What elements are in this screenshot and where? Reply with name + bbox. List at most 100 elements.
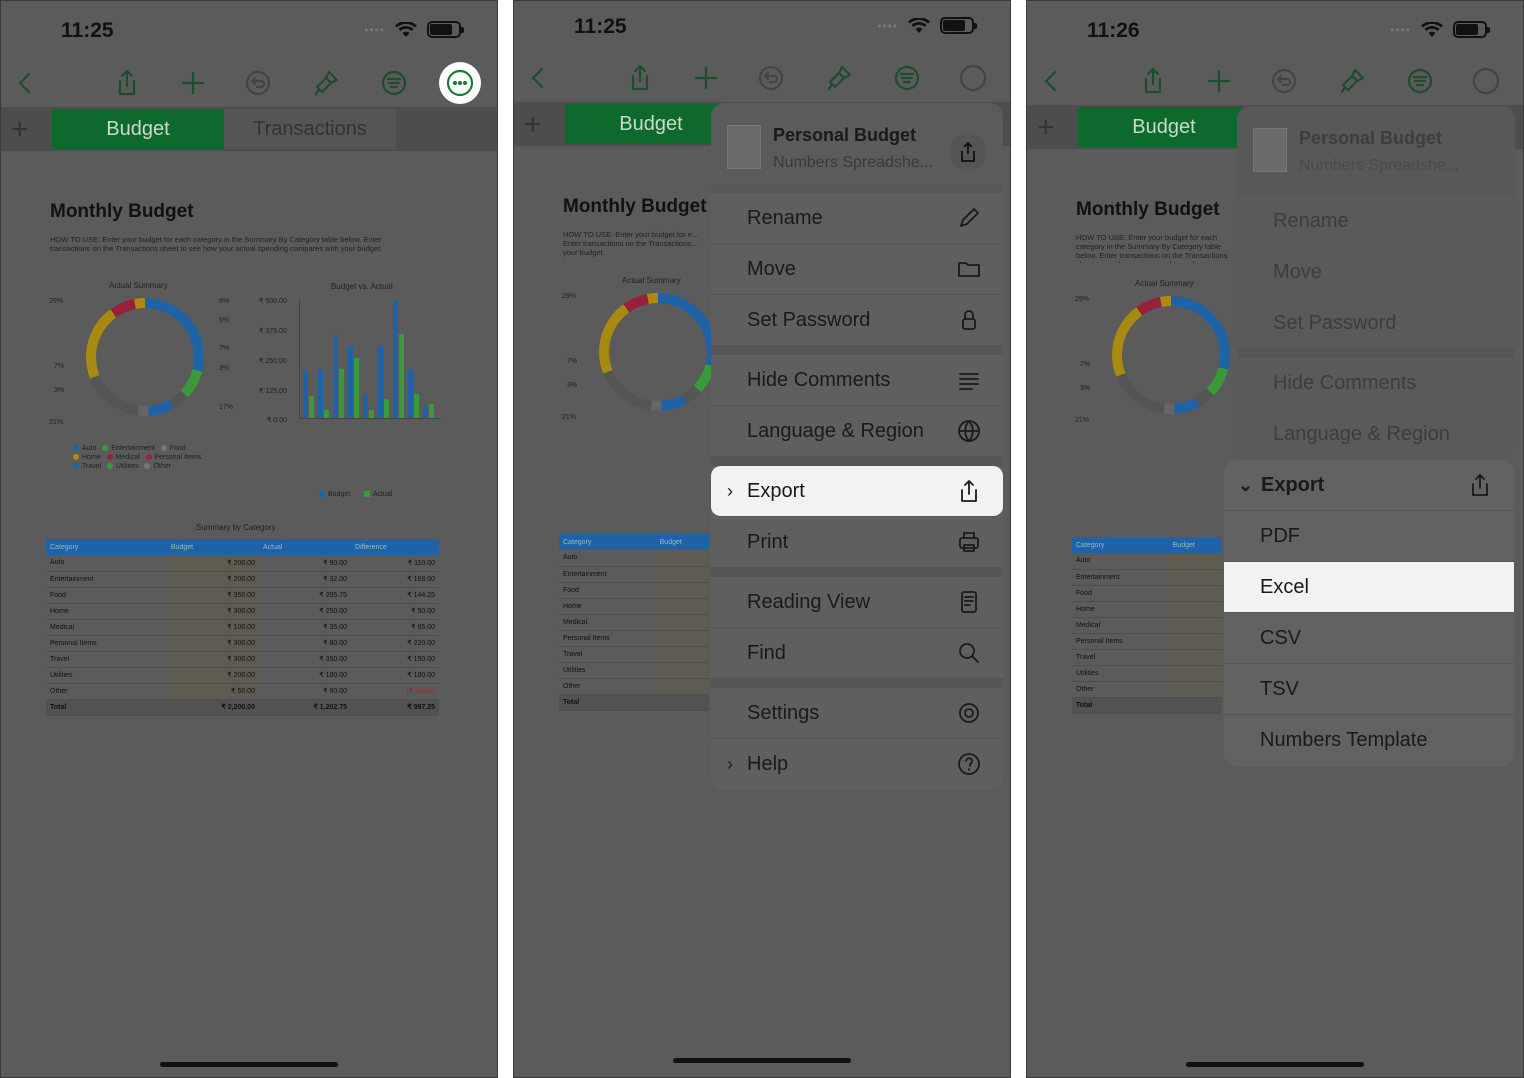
menu-item-rename[interactable]: Rename xyxy=(1237,196,1515,247)
table-row: Travel xyxy=(559,646,709,663)
donut-label: 3% xyxy=(219,365,230,372)
table-title: Summary by Category xyxy=(196,523,276,532)
share-document-button[interactable] xyxy=(949,133,987,171)
bar xyxy=(369,410,374,418)
format-brush-icon[interactable] xyxy=(308,65,344,101)
menu-item-rename[interactable]: Rename xyxy=(711,193,1003,244)
organize-icon[interactable] xyxy=(889,60,925,96)
undo-icon[interactable] xyxy=(753,60,789,96)
lines-icon xyxy=(957,368,981,392)
donut-label: 29% xyxy=(1075,296,1090,303)
table-row: Personal Items xyxy=(1072,633,1222,650)
tab-transactions[interactable]: Transactions xyxy=(224,109,396,149)
share-icon[interactable] xyxy=(109,65,145,101)
wifi-icon xyxy=(1421,21,1443,37)
home-indicator[interactable] xyxy=(673,1058,851,1063)
add-icon[interactable] xyxy=(1201,63,1237,99)
sheet-tabs: + Budget Transactions xyxy=(1,107,497,151)
menu-item-move[interactable]: Move xyxy=(1237,247,1515,298)
table-row: Entertainment xyxy=(559,566,709,583)
export-option-excel[interactable]: Excel xyxy=(1224,562,1514,613)
bar xyxy=(363,394,368,418)
table-row: Auto xyxy=(559,550,709,567)
bar xyxy=(414,394,419,418)
donut-label: 7% xyxy=(567,358,578,365)
table-row: Entertainment ₹ 200.00 ₹ 32.00 ₹ 168.00 xyxy=(46,571,439,588)
table-row: Medical ₹ 100.00 ₹ 35.00 ₹ 65.00 xyxy=(46,619,439,636)
menu-item-help[interactable]: › Help xyxy=(711,739,1003,790)
menu-item-export[interactable]: › Export xyxy=(711,466,1003,517)
more-options-icon[interactable] xyxy=(442,65,478,101)
summary-table: Category Budget Auto Entertainment Food H… xyxy=(559,534,709,711)
menu-item-language-region[interactable]: Language & Region xyxy=(711,406,1003,457)
share-icon[interactable] xyxy=(1135,63,1171,99)
phone-screen-3: 11:26 •••• + Budget Monthly Budget HOW T… xyxy=(1026,0,1524,1078)
globe-icon xyxy=(957,419,981,443)
column-header: Budget xyxy=(655,534,709,550)
menu-item-print[interactable]: Print xyxy=(711,517,1003,568)
back-icon[interactable] xyxy=(1033,63,1069,99)
total-row: Total xyxy=(1072,697,1222,714)
share-icon[interactable] xyxy=(622,60,658,96)
format-brush-icon[interactable] xyxy=(1334,63,1370,99)
document-subtitle: Numbers Spreadshe... xyxy=(1299,157,1460,174)
export-option-tsv[interactable]: TSV xyxy=(1224,664,1514,715)
search-icon xyxy=(957,641,981,665)
back-icon[interactable] xyxy=(520,60,556,96)
tab-budget[interactable]: Budget xyxy=(52,109,224,149)
format-brush-icon[interactable] xyxy=(821,60,857,96)
menu-item-reading-view[interactable]: Reading View xyxy=(711,577,1003,628)
more-options-icon[interactable] xyxy=(1468,63,1504,99)
more-options-icon[interactable] xyxy=(955,60,991,96)
sheet-title: Monthly Budget xyxy=(50,201,194,222)
table-row: Medical xyxy=(559,614,709,631)
add-sheet-button[interactable]: + xyxy=(524,108,542,142)
document-title: Personal Budget xyxy=(773,125,917,145)
menu-item-set-password[interactable]: Set Password xyxy=(1237,298,1515,349)
home-indicator[interactable] xyxy=(1186,1062,1364,1067)
donut-label: 29% xyxy=(49,298,64,305)
donut-label: 3% xyxy=(1080,385,1091,392)
column-header: Budget xyxy=(1168,537,1222,553)
menu-item-hide-comments[interactable]: Hide Comments xyxy=(711,355,1003,406)
menu-item-set-password[interactable]: Set Password xyxy=(711,295,1003,346)
donut-label: 7% xyxy=(1080,361,1091,368)
add-icon[interactable] xyxy=(175,65,211,101)
organize-icon[interactable] xyxy=(1402,63,1438,99)
add-sheet-button[interactable]: + xyxy=(1037,111,1055,145)
menu-item-find[interactable]: Find xyxy=(711,628,1003,679)
bar-chart-title: Budget vs. Actual xyxy=(331,282,393,291)
bar xyxy=(324,410,329,418)
share-icon xyxy=(957,479,981,503)
bar xyxy=(309,396,314,418)
wifi-icon xyxy=(908,17,930,33)
total-row: Total xyxy=(559,694,709,711)
export-submenu-header[interactable]: ⌄ Export xyxy=(1224,460,1514,511)
table-row: Auto xyxy=(1072,553,1222,570)
y-tick: ₹ 125.00 xyxy=(259,388,287,395)
organize-icon[interactable] xyxy=(376,65,412,101)
undo-icon[interactable] xyxy=(240,65,276,101)
back-icon[interactable] xyxy=(7,65,43,101)
add-sheet-button[interactable]: + xyxy=(11,113,29,147)
menu-item-language-region[interactable]: Language & Region xyxy=(1237,409,1515,460)
donut-label: 7% xyxy=(54,363,65,370)
add-icon[interactable] xyxy=(688,60,724,96)
folder-icon xyxy=(957,257,981,281)
home-indicator[interactable] xyxy=(160,1062,338,1067)
donut-label: 17% xyxy=(219,404,234,411)
donut-title: Actual Summary xyxy=(109,281,168,290)
donut-label: 29% xyxy=(562,293,577,300)
table-row: Home xyxy=(559,598,709,615)
table-row: Food xyxy=(559,582,709,599)
undo-icon[interactable] xyxy=(1266,63,1302,99)
export-option-pdf[interactable]: PDF xyxy=(1224,511,1514,562)
menu-item-move[interactable]: Move xyxy=(711,244,1003,295)
menu-item-settings[interactable]: Settings xyxy=(711,688,1003,739)
export-option-csv[interactable]: CSV xyxy=(1224,613,1514,664)
more-menu-dimmed: Personal Budget Numbers Spreadshe... Ren… xyxy=(1237,106,1515,460)
tab-budget[interactable]: Budget xyxy=(1078,107,1250,147)
donut-chart xyxy=(599,293,717,411)
menu-item-hide-comments[interactable]: Hide Comments xyxy=(1237,358,1515,409)
export-option-numbers-template[interactable]: Numbers Template xyxy=(1224,715,1514,766)
